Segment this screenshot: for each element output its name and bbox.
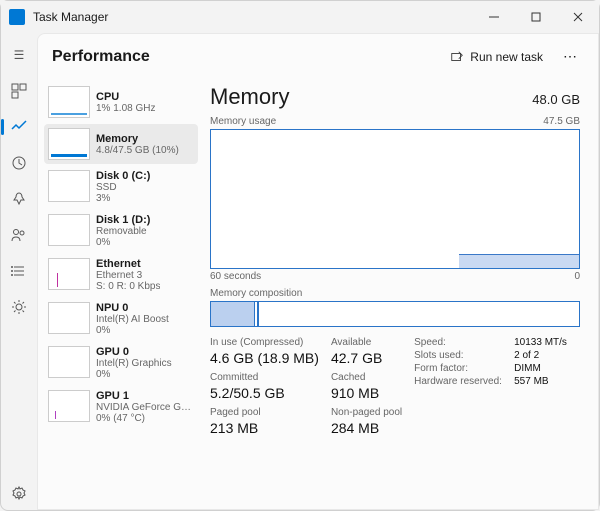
sidebar-item-npu0[interactable]: NPU 0Intel(R) AI Boost0%	[44, 298, 198, 340]
avail-label: Available	[331, 337, 402, 348]
nonpaged-value: 284 MB	[331, 420, 402, 436]
nav-users-icon[interactable]	[3, 219, 35, 251]
speed-label: Speed:	[414, 337, 504, 348]
cached-label: Cached	[331, 372, 402, 383]
run-task-button[interactable]: Run new task	[442, 46, 551, 68]
sidebar-item-label: Disk 1 (D:)	[96, 214, 150, 226]
usage-label: Memory usage	[210, 116, 543, 127]
menu-icon[interactable]: ☰	[3, 39, 35, 71]
more-options-button[interactable]: ⋯	[557, 44, 584, 69]
graph-time-right: 0	[574, 271, 580, 282]
gpu0-thumb	[48, 346, 90, 378]
sidebar-item-memory[interactable]: Memory4.8/47.5 GB (10%)	[44, 124, 198, 164]
cached-value: 910 MB	[331, 385, 402, 401]
nav-startup-icon[interactable]	[3, 183, 35, 215]
sidebar-item-label: NPU 0	[96, 302, 169, 314]
usage-max: 47.5 GB	[543, 116, 580, 127]
sidebar-item-disk0[interactable]: Disk 0 (C:)SSD3%	[44, 166, 198, 208]
slots-value: 2 of 2	[514, 350, 539, 361]
page-title: Performance	[52, 48, 442, 66]
sidebar-item-ethernet[interactable]: EthernetEthernet 3S: 0 R: 0 Kbps	[44, 254, 198, 296]
memory-composition-bar[interactable]	[210, 301, 580, 327]
slots-label: Slots used:	[414, 350, 504, 361]
sidebar-item-gpu1[interactable]: GPU 1NVIDIA GeForce GTX …0% (47 °C)	[44, 386, 198, 428]
sidebar-item-gpu0[interactable]: GPU 0Intel(R) Graphics0%	[44, 342, 198, 384]
graph-time-left: 60 seconds	[210, 271, 574, 282]
sidebar-item-disk1[interactable]: Disk 1 (D:)Removable0%	[44, 210, 198, 252]
disk0-thumb	[48, 170, 90, 202]
sidebar-item-label: Disk 0 (C:)	[96, 170, 150, 182]
speed-value: 10133 MT/s	[514, 337, 567, 348]
memory-usage-graph[interactable]	[210, 129, 580, 269]
cpu-thumb	[48, 86, 90, 118]
hw-label: Hardware reserved:	[414, 376, 504, 387]
disk1-thumb	[48, 214, 90, 246]
close-button[interactable]	[557, 1, 599, 33]
npu-thumb	[48, 302, 90, 334]
form-value: DIMM	[514, 363, 541, 374]
sidebar-item-label: GPU 0	[96, 346, 172, 358]
form-label: Form factor:	[414, 363, 504, 374]
detail-total: 48.0 GB	[532, 92, 580, 107]
minimize-button[interactable]	[473, 1, 515, 33]
app-icon	[9, 9, 25, 25]
hw-value: 557 MB	[514, 376, 548, 387]
nav-performance-icon[interactable]	[3, 111, 35, 143]
sidebar-item-cpu[interactable]: CPU1% 1.08 GHz	[44, 82, 198, 122]
perf-sidebar: CPU1% 1.08 GHz Memory4.8/47.5 GB (10%) D…	[38, 80, 204, 509]
paged-label: Paged pool	[210, 407, 319, 418]
run-task-label: Run new task	[470, 50, 543, 64]
nav-processes-icon[interactable]	[3, 75, 35, 107]
comp-label: Memory composition	[210, 288, 580, 299]
nonpaged-label: Non-paged pool	[331, 407, 402, 418]
memory-thumb	[48, 128, 90, 160]
ethernet-thumb	[48, 258, 90, 290]
nav-details-icon[interactable]	[3, 255, 35, 287]
sidebar-item-label: Ethernet	[96, 258, 160, 270]
detail-pane: Memory 48.0 GB Memory usage47.5 GB 60 se…	[204, 80, 598, 509]
sidebar-item-label: GPU 1	[96, 390, 194, 402]
run-task-icon	[450, 50, 464, 64]
maximize-button[interactable]	[515, 1, 557, 33]
paged-value: 213 MB	[210, 420, 319, 436]
sidebar-item-label: Memory	[96, 133, 179, 145]
in-use-label: In use (Compressed)	[210, 337, 319, 348]
committed-value: 5.2/50.5 GB	[210, 385, 319, 401]
gpu1-thumb	[48, 390, 90, 422]
settings-icon[interactable]	[3, 478, 35, 510]
committed-label: Committed	[210, 372, 319, 383]
avail-value: 42.7 GB	[331, 350, 402, 366]
detail-title: Memory	[210, 84, 532, 110]
sidebar-item-label: CPU	[96, 91, 155, 103]
in-use-value: 4.6 GB (18.9 MB)	[210, 350, 319, 366]
nav-rail: ☰	[1, 33, 37, 510]
nav-services-icon[interactable]	[3, 291, 35, 323]
nav-history-icon[interactable]	[3, 147, 35, 179]
window-title: Task Manager	[33, 10, 108, 24]
